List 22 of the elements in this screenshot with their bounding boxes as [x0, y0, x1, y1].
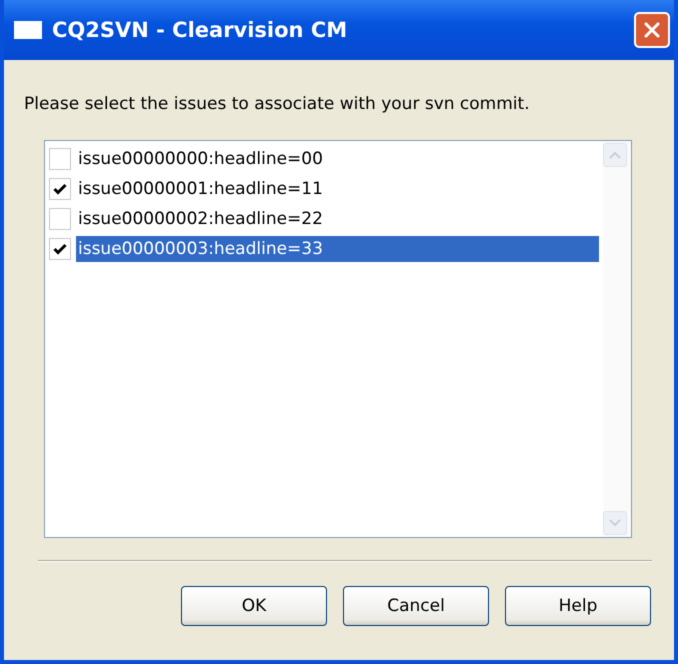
checkbox[interactable] [49, 238, 71, 260]
issue-item[interactable]: issue00000002:headline=22 [76, 206, 599, 232]
chevron-up-icon [609, 151, 621, 159]
close-button[interactable] [634, 12, 670, 48]
dialog-button[interactable]: Cancel [343, 586, 489, 626]
checkmark-icon [53, 243, 67, 255]
window-icon [14, 21, 42, 39]
issue-item[interactable]: issue00000003:headline=33 [76, 236, 599, 262]
close-icon [644, 22, 660, 38]
scroll-down-button[interactable] [603, 511, 627, 535]
checkbox[interactable] [49, 208, 71, 230]
checkbox[interactable] [49, 178, 71, 200]
window-title: CQ2SVN - Clearvision CM [52, 18, 348, 42]
dialog-button[interactable]: OK [181, 586, 327, 626]
chevron-down-icon [609, 519, 621, 527]
issue-item[interactable]: issue00000001:headline=11 [76, 176, 599, 202]
dialog-button[interactable]: Help [505, 586, 651, 626]
checkmark-icon [53, 183, 67, 195]
instruction-text: Please select the issues to associate with your svn commit. [24, 94, 531, 114]
issue-item[interactable]: issue00000000:headline=00 [76, 146, 599, 172]
scroll-up-button[interactable] [603, 143, 627, 167]
checkbox[interactable] [49, 148, 71, 170]
